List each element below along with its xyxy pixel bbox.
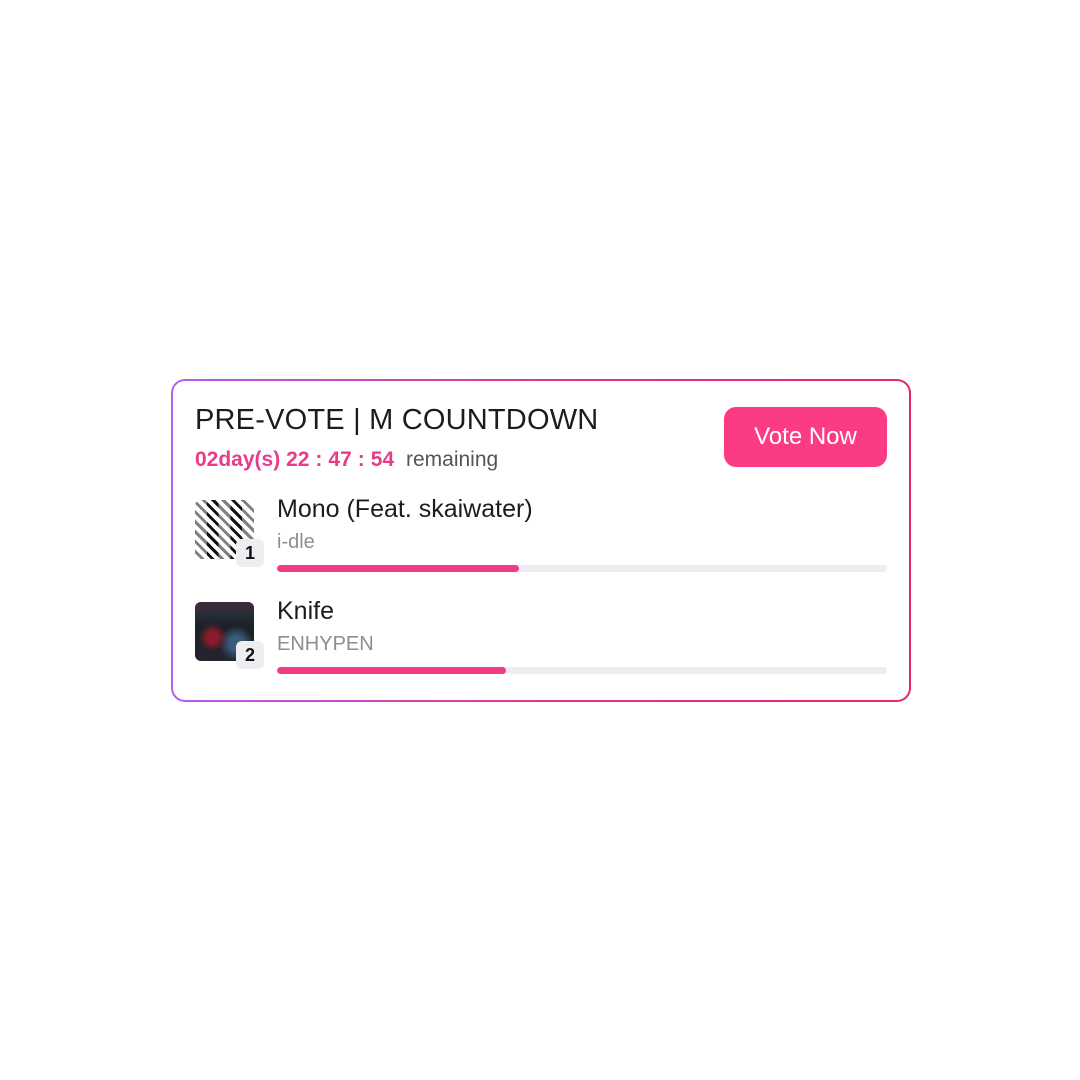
vote-entry[interactable]: 2 Knife ENHYPEN	[195, 597, 887, 674]
countdown-hours: 22	[286, 448, 310, 471]
countdown-timer: 02day(s) 22:47:54 remaining	[195, 448, 498, 472]
vote-progress-fill	[277, 565, 520, 572]
countdown-days: 02day(s)	[195, 448, 281, 471]
song-title: Mono (Feat. skaiwater)	[277, 495, 533, 523]
rank-badge: 1	[236, 539, 264, 567]
song-title: Knife	[277, 597, 334, 625]
artist-name: ENHYPEN	[277, 633, 374, 655]
countdown-minutes: 47	[328, 448, 352, 471]
rank-badge: 2	[236, 641, 264, 669]
countdown-clock: 22:47:54	[286, 448, 400, 471]
vote-now-button[interactable]: Vote Now	[724, 407, 887, 467]
countdown-separator: :	[315, 448, 323, 471]
countdown-separator: :	[357, 448, 365, 471]
countdown-seconds: 54	[370, 448, 395, 471]
card-title: PRE-VOTE | M COUNTDOWN	[195, 404, 599, 436]
prevote-card-border: PRE-VOTE | M COUNTDOWN 02day(s) 22:47:54…	[171, 379, 911, 702]
vote-progress-fill	[277, 667, 506, 674]
vote-progress-track	[277, 667, 887, 674]
prevote-card: PRE-VOTE | M COUNTDOWN 02day(s) 22:47:54…	[173, 381, 909, 700]
artist-name: i-dle	[277, 531, 315, 553]
vote-progress-track	[277, 565, 887, 572]
vote-entry[interactable]: 1 Mono (Feat. skaiwater) i-dle	[195, 495, 887, 572]
countdown-remaining-label: remaining	[405, 448, 499, 471]
